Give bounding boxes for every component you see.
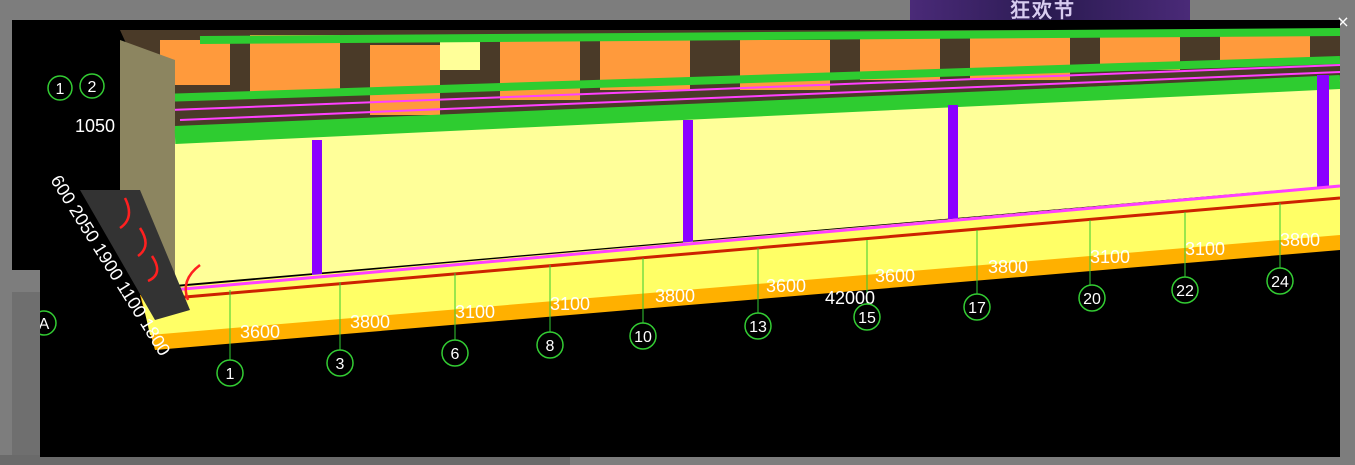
- dim-label: 3100: [550, 294, 590, 314]
- dim-label: 3100: [1090, 247, 1130, 267]
- dim-label: 3100: [455, 302, 495, 322]
- left-axis-letter: A: [40, 316, 50, 333]
- dim-label: 3800: [655, 286, 695, 306]
- dim-label: 3800: [988, 257, 1028, 277]
- building-model-svg: 3600 3800 3100 3100 3800 3600 3600 3800 …: [40, 28, 1340, 387]
- axis-number: 1: [226, 366, 235, 383]
- axis-number: 10: [634, 329, 652, 346]
- dim-label: 3800: [1280, 230, 1320, 250]
- promo-banner[interactable]: 狂欢节: [910, 0, 1190, 22]
- axis-number: 6: [451, 346, 460, 363]
- banner-text: 狂欢节: [1010, 0, 1076, 22]
- axis-number: 24: [1271, 274, 1289, 291]
- dim-label: 3600: [875, 266, 915, 286]
- background-panel: [12, 292, 43, 465]
- axis-number: 3: [336, 356, 345, 373]
- axis-number: 13: [749, 319, 767, 336]
- axis-number: 15: [858, 310, 876, 327]
- 3d-model-viewport[interactable]: 3600 3800 3100 3100 3800 3600 3600 3800 …: [40, 20, 1340, 457]
- left-dim-label: 1050: [75, 116, 115, 136]
- axis-number: 22: [1176, 283, 1194, 300]
- left-axis-number: 2: [88, 79, 97, 96]
- dim-label: 3600: [766, 276, 806, 296]
- dim-label: 3600: [240, 322, 280, 342]
- axis-number: 17: [968, 300, 986, 317]
- axis-number: 8: [546, 338, 555, 355]
- background-thumbnail: [12, 20, 42, 270]
- dim-label: 3100: [1185, 239, 1225, 259]
- left-axis-number: 1: [56, 81, 65, 98]
- dim-label: 3800: [350, 312, 390, 332]
- axis-number: 20: [1083, 291, 1101, 308]
